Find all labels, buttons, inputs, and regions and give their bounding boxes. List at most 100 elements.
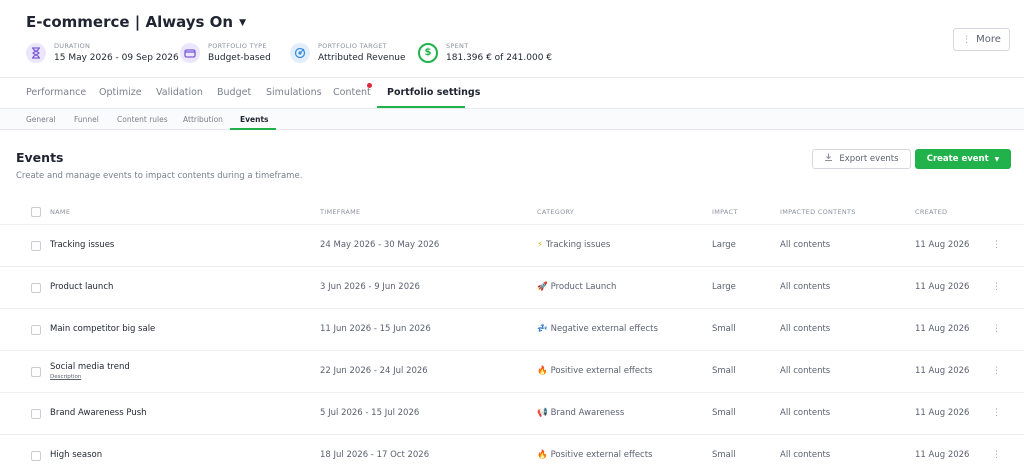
portfolio-type-value: Budget-based xyxy=(208,53,271,63)
row-checkbox[interactable] xyxy=(31,451,41,461)
event-timeframe: 22 Jun 2026 - 24 Jul 2026 xyxy=(320,366,428,376)
page-header: E-commerce | Always On ▼ DURATION 15 May… xyxy=(0,0,1024,78)
meta-portfolio-type: PORTFOLIO TYPE Budget-based xyxy=(180,42,271,63)
duration-value: 15 May 2026 - 09 Sep 2026 xyxy=(54,53,179,63)
event-impacted-contents: All contents xyxy=(780,408,831,418)
portfolio-type-label: PORTFOLIO TYPE xyxy=(208,42,267,50)
row-menu-icon[interactable]: ⋮ xyxy=(992,367,1001,376)
event-created: 11 Aug 2026 xyxy=(915,324,970,334)
row-menu-icon[interactable]: ⋮ xyxy=(992,241,1001,250)
row-checkbox[interactable] xyxy=(31,241,41,251)
lightning-icon: ⚡ xyxy=(537,240,543,250)
more-label: More xyxy=(976,34,1001,45)
event-impact: Small xyxy=(712,450,736,460)
section-description: Create and manage events to impact conte… xyxy=(16,171,303,181)
sub-tabs: General Funnel Content rules Attribution… xyxy=(0,109,1024,130)
dollar-circle-icon: $ xyxy=(418,42,438,63)
event-impacted-contents: All contents xyxy=(780,450,831,460)
export-events-button[interactable]: Export events xyxy=(812,149,911,169)
meta-spent: $ SPENT 181.396 € of 241.000 € xyxy=(418,42,552,63)
event-name[interactable]: Product launch xyxy=(50,282,113,292)
event-impact: Small xyxy=(712,408,736,418)
event-name[interactable]: High season xyxy=(50,450,102,460)
column-header-name[interactable]: NAME xyxy=(50,208,70,216)
subtab-funnel[interactable]: Funnel xyxy=(74,115,99,124)
column-header-created[interactable]: CREATED xyxy=(915,208,947,216)
subtab-attribution[interactable]: Attribution xyxy=(183,115,223,124)
sleep-icon: 💤 xyxy=(537,324,548,334)
table-row[interactable]: Social media trend Description 22 Jun 20… xyxy=(0,351,1024,393)
event-created: 11 Aug 2026 xyxy=(915,408,970,418)
event-created: 11 Aug 2026 xyxy=(915,366,970,376)
row-checkbox[interactable] xyxy=(31,367,41,377)
column-header-impact[interactable]: IMPACT xyxy=(712,208,738,216)
create-event-label: Create event xyxy=(926,154,989,164)
tab-content[interactable]: Content xyxy=(333,87,371,98)
row-menu-icon[interactable]: ⋮ xyxy=(992,283,1001,292)
event-timeframe: 18 Jul 2026 - 17 Oct 2026 xyxy=(320,450,430,460)
active-tab-indicator xyxy=(377,106,465,108)
portfolio-target-value: Attributed Revenue xyxy=(318,53,406,63)
table-row[interactable]: High season 18 Jul 2026 - 17 Oct 2026 🔥 … xyxy=(0,435,1024,474)
subtab-general[interactable]: General xyxy=(26,115,56,124)
event-name[interactable]: Tracking issues xyxy=(50,240,114,250)
export-events-label: Export events xyxy=(839,154,899,164)
spent-label: SPENT xyxy=(446,42,469,50)
row-checkbox[interactable] xyxy=(31,283,41,293)
portfolio-title-dropdown[interactable]: E-commerce | Always On ▼ xyxy=(26,13,246,31)
event-name[interactable]: Main competitor big sale xyxy=(50,324,155,334)
row-checkbox[interactable] xyxy=(31,409,41,419)
vertical-dots-icon: ⋮ xyxy=(962,34,972,45)
event-timeframe: 3 Jun 2026 - 9 Jun 2026 xyxy=(320,282,420,292)
row-menu-icon[interactable]: ⋮ xyxy=(992,409,1001,418)
create-event-button[interactable]: Create event ▼ xyxy=(915,149,1011,169)
caret-down-icon: ▼ xyxy=(994,155,1000,163)
row-checkbox[interactable] xyxy=(31,325,41,335)
table-header: NAME TIMEFRAME CATEGORY IMPACT IMPACTED … xyxy=(0,201,1024,225)
column-header-timeframe[interactable]: TIMEFRAME xyxy=(320,208,360,216)
portfolio-target-label: PORTFOLIO TARGET xyxy=(318,42,387,50)
more-button[interactable]: ⋮ More xyxy=(953,28,1010,51)
column-header-category[interactable]: CATEGORY xyxy=(537,208,574,216)
subtab-content-rules[interactable]: Content rules xyxy=(117,115,168,124)
active-subtab-indicator xyxy=(230,128,276,130)
table-row[interactable]: Brand Awareness Push 5 Jul 2026 - 15 Jul… xyxy=(0,393,1024,435)
event-timeframe: 11 Jun 2026 - 15 Jun 2026 xyxy=(320,324,431,334)
tab-optimize[interactable]: Optimize xyxy=(99,87,142,98)
event-impact: Small xyxy=(712,366,736,376)
rocket-icon: 🚀 xyxy=(537,282,548,292)
select-all-checkbox[interactable] xyxy=(31,207,41,217)
table-row[interactable]: Product launch 3 Jun 2026 - 9 Jun 2026 🚀… xyxy=(0,267,1024,309)
tab-simulations[interactable]: Simulations xyxy=(266,87,322,98)
event-category: 📢 Brand Awareness xyxy=(537,408,625,418)
event-created: 11 Aug 2026 xyxy=(915,240,970,250)
tab-performance[interactable]: Performance xyxy=(26,87,86,98)
tab-validation[interactable]: Validation xyxy=(156,87,203,98)
subtab-events[interactable]: Events xyxy=(240,115,269,124)
wallet-icon xyxy=(180,42,200,63)
event-name[interactable]: Brand Awareness Push xyxy=(50,408,147,418)
column-header-impacted-contents[interactable]: IMPACTED CONTENTS xyxy=(780,208,856,216)
event-impact: Large xyxy=(712,240,736,250)
event-description-link[interactable]: Description xyxy=(50,374,81,380)
row-menu-icon[interactable]: ⋮ xyxy=(992,325,1001,334)
hourglass-icon xyxy=(26,42,46,63)
fire-icon: 🔥 xyxy=(537,366,548,376)
table-row[interactable]: Main competitor big sale 11 Jun 2026 - 1… xyxy=(0,309,1024,351)
event-name[interactable]: Social media trend xyxy=(50,362,130,372)
table-row[interactable]: Tracking issues 24 May 2026 - 30 May 202… xyxy=(0,225,1024,267)
event-impact: Large xyxy=(712,282,736,292)
page-title: E-commerce | Always On xyxy=(26,13,234,31)
event-timeframe: 24 May 2026 - 30 May 2026 xyxy=(320,240,440,250)
event-category: ⚡ Tracking issues xyxy=(537,240,611,250)
meta-portfolio-target: PORTFOLIO TARGET Attributed Revenue xyxy=(290,42,406,63)
tab-portfolio-settings[interactable]: Portfolio settings xyxy=(387,87,480,98)
row-menu-icon[interactable]: ⋮ xyxy=(992,451,1001,460)
event-category: 🔥 Positive external effects xyxy=(537,450,653,460)
event-category: 💤 Negative external effects xyxy=(537,324,658,334)
event-impact: Small xyxy=(712,324,736,334)
tab-budget[interactable]: Budget xyxy=(217,87,251,98)
event-impacted-contents: All contents xyxy=(780,324,831,334)
event-created: 11 Aug 2026 xyxy=(915,450,970,460)
event-timeframe: 5 Jul 2026 - 15 Jul 2026 xyxy=(320,408,420,418)
